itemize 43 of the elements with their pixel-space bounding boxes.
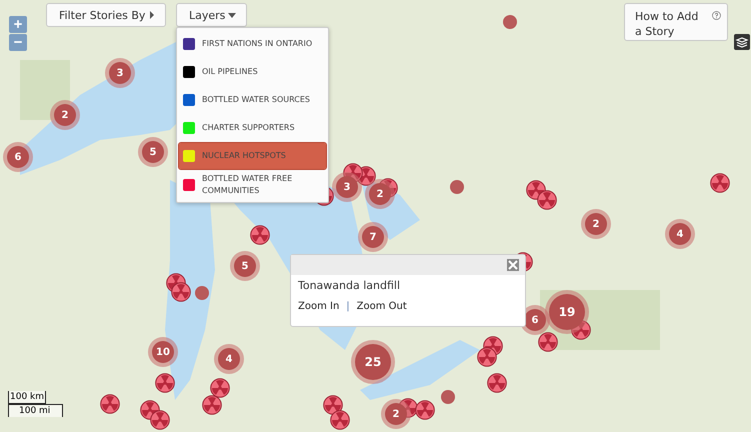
zoom-out-link[interactable]: Zoom Out xyxy=(356,301,407,312)
layer-option[interactable]: CHARTER SUPPORTERS xyxy=(179,115,326,141)
radiation-icon[interactable] xyxy=(155,373,175,393)
radiation-icon[interactable] xyxy=(150,410,170,430)
radiation-icon[interactable] xyxy=(250,225,270,245)
layer-option[interactable]: OIL PIPELINES xyxy=(179,59,326,85)
radiation-icon[interactable] xyxy=(538,332,558,352)
layer-label: CHARTER SUPPORTERS xyxy=(202,122,295,134)
radiation-icon[interactable] xyxy=(415,400,435,420)
layer-option[interactable]: FIRST NATIONS IN ONTARIO xyxy=(179,31,326,57)
scale-bar-metric: 100 km xyxy=(8,391,46,404)
zoom-out-button[interactable]: − xyxy=(9,34,27,51)
radiation-icon[interactable] xyxy=(537,190,557,210)
help-icon xyxy=(712,9,721,22)
caret-icon xyxy=(149,11,155,19)
layer-option[interactable]: NUCLEAR HOTSPOTS xyxy=(179,143,326,169)
close-icon xyxy=(508,260,518,270)
radiation-icon[interactable] xyxy=(202,395,222,415)
radiation-icon[interactable] xyxy=(487,373,507,393)
layer-label: NUCLEAR HOTSPOTS xyxy=(202,150,286,162)
link-separator: | xyxy=(346,301,350,312)
layer-label: BOTTLED WATER SOURCES xyxy=(202,94,310,106)
layers-icon[interactable] xyxy=(734,34,750,50)
layer-option[interactable]: BOTTLED WATER SOURCES xyxy=(179,87,326,113)
radiation-icon[interactable] xyxy=(710,173,730,193)
radiation-icon[interactable] xyxy=(100,394,120,414)
caret-icon xyxy=(228,12,236,18)
popup-title: Tonawanda landfill xyxy=(297,278,402,292)
layers-button[interactable]: Layers xyxy=(176,3,247,27)
radiation-icon[interactable] xyxy=(330,410,350,430)
zoom-in-link[interactable]: Zoom In xyxy=(298,301,340,312)
layer-label: BOTTLED WATER FREE COMMUNITIES xyxy=(202,173,294,197)
close-button[interactable] xyxy=(507,259,519,271)
zoom-in-button[interactable]: + xyxy=(9,16,27,33)
filter-button[interactable]: Filter Stories By xyxy=(46,3,166,27)
radiation-icon[interactable] xyxy=(210,378,230,398)
layer-label: FIRST NATIONS IN ONTARIO xyxy=(202,38,312,50)
layer-option[interactable]: BOTTLED WATER FREE COMMUNITIES xyxy=(179,171,326,199)
scale-bar-imperial: 100 mi xyxy=(8,404,63,417)
layer-label: OIL PIPELINES xyxy=(202,66,258,78)
radiation-icon[interactable] xyxy=(171,282,191,302)
radiation-icon[interactable] xyxy=(477,347,497,367)
help-button[interactable]: How to Add a Story xyxy=(624,3,728,41)
